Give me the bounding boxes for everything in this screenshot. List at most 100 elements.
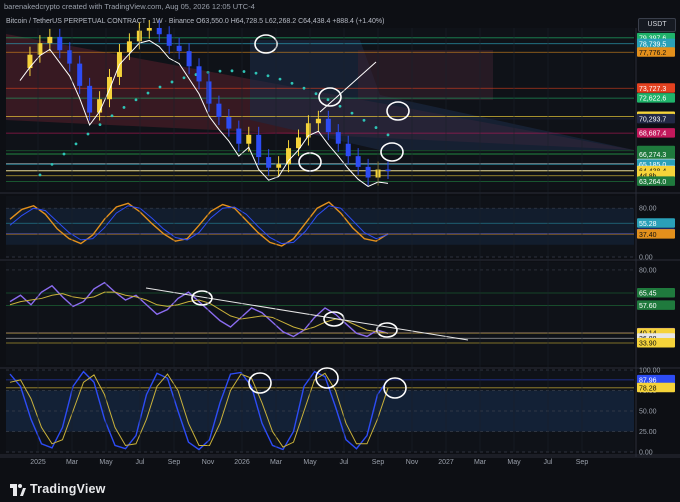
ma-dot-25 (338, 104, 342, 108)
candle-body-5 (67, 50, 73, 64)
rsi-level-tag-5: 33.90 (637, 337, 675, 348)
ma-dot-5 (98, 123, 102, 127)
price-tag-10: 66,274.3 (637, 149, 675, 159)
candle-body-22 (236, 128, 242, 144)
candle-body-6 (77, 63, 83, 86)
candle-body-16 (176, 45, 182, 52)
x-tick-label-9: Jul (340, 459, 349, 466)
rsi-level-tag-5-text: 33.90 (639, 341, 657, 348)
x-tick-label-10: Sep (372, 459, 385, 466)
candle-body-15 (166, 34, 172, 46)
x-tick-label-16: Sep (576, 459, 589, 466)
candle-body-30 (315, 118, 321, 124)
price-tag-6-text: 70,293.7 (639, 116, 666, 123)
ma-dot-21 (290, 81, 294, 85)
price-tag-10-text: 66,274.3 (639, 152, 666, 159)
x-tick-label-12: 2027 (438, 459, 454, 466)
ma-dot-24 (326, 98, 330, 102)
candle-body-27 (286, 148, 292, 165)
ma-dot-0 (38, 173, 42, 177)
candle-body-33 (345, 143, 351, 157)
oscillator-1-level-tag-2-text: 37.40 (639, 232, 657, 239)
ma-dot-10 (158, 85, 162, 89)
tradingview-logo-icon (10, 484, 26, 496)
candle-body-23 (246, 134, 252, 144)
x-tick-label-11: Nov (406, 459, 419, 466)
x-tick-label-2: May (99, 459, 113, 466)
candle-body-21 (226, 117, 232, 129)
stoch-level-tag-1: 78.28 (637, 382, 675, 392)
x-tick-label-15: Jul (544, 459, 553, 466)
x-tick-label-14: May (507, 459, 521, 466)
candle-body-3 (47, 36, 53, 44)
candle-body-34 (355, 156, 361, 167)
stoch-tick-label-3: 25.00 (639, 429, 657, 436)
price-tag-16: 63,264.0 (637, 176, 675, 186)
candle-body-31 (325, 118, 331, 133)
candle-body-26 (276, 164, 282, 168)
stoch-tick-label-4: 0.00 (639, 450, 653, 457)
multi-pane-chart[interactable]: 79,397.678,739.577,776.273,727.372,622.6… (0, 0, 680, 479)
candle-body-28 (295, 137, 301, 149)
candle-body-18 (196, 66, 202, 82)
x-tick-label-4: Sep (168, 459, 181, 466)
rsi-level-tag-1-text: 57.60 (639, 303, 657, 310)
x-tick-label-1: Mar (66, 459, 79, 466)
price-tag-7: 68,687.4 (637, 128, 675, 138)
candle-body-4 (57, 36, 63, 51)
price-tag-4: 72,622.6 (637, 93, 675, 103)
ma-dot-2 (62, 152, 66, 156)
candle-body-13 (146, 28, 152, 31)
ma-dot-3 (74, 142, 78, 146)
ma-dot-7 (122, 106, 126, 109)
price-tag-2: 77,776.2 (637, 47, 675, 57)
stoch-level-tag-1-text: 78.28 (639, 385, 657, 392)
x-tick-label-8: May (303, 459, 317, 466)
ma-dot-28 (374, 126, 378, 129)
stoch-tick-label-0: 100.00 (639, 368, 661, 375)
candle-body-14 (156, 28, 162, 35)
candle-body-19 (206, 81, 212, 104)
ma-dot-11 (170, 80, 174, 84)
ma-dot-29 (386, 133, 390, 137)
ma-dot-27 (362, 118, 366, 122)
tradingview-footer: TradingView (0, 479, 680, 502)
candle-body-7 (87, 85, 93, 113)
ma-dot-9 (146, 91, 150, 95)
x-tick-label-3: Jul (136, 459, 145, 466)
rsi-level-tag-1: 57.60 (637, 300, 675, 310)
rsi-tick-label-0: 80.00 (639, 267, 657, 274)
x-tick-label-7: Mar (270, 459, 283, 466)
candle-body-11 (126, 41, 132, 53)
ma-dot-4 (86, 132, 90, 136)
candle-body-17 (186, 51, 192, 67)
oscillator-1-level-tag-0: 55.28 (637, 218, 675, 228)
price-tag-2-text: 77,776.2 (639, 50, 666, 57)
candle-body-20 (216, 103, 222, 118)
x-tick-label-13: Mar (474, 459, 487, 466)
candle-body-1 (27, 54, 33, 69)
price-tag-4-text: 72,622.6 (639, 96, 666, 103)
tradingview-brand: TradingView (30, 482, 106, 496)
ma-dot-8 (134, 98, 138, 102)
rsi-level-tag-0: 65.45 (637, 287, 675, 298)
pane-bg-rsi (6, 262, 634, 365)
candle-body-35 (365, 166, 371, 178)
ma-dot-26 (350, 111, 354, 115)
ma-dot-19 (266, 74, 270, 78)
x-tick-label-0: 2025 (30, 459, 46, 466)
price-tag-7-text: 68,687.4 (639, 131, 666, 138)
candle-body-37 (385, 169, 391, 171)
ma-dot-6 (110, 114, 114, 118)
ma-dot-22 (302, 86, 306, 90)
x-tick-label-5: Nov (202, 459, 215, 466)
ma-dot-20 (278, 77, 282, 81)
ma-dot-12 (182, 76, 186, 80)
ma-dot-18 (254, 71, 258, 75)
candle-body-32 (335, 132, 341, 144)
oscillator-1-tick-label-0: 80.00 (639, 206, 657, 213)
price-tag-1-text: 78,739.5 (639, 41, 666, 48)
oscillator-1-tick-label-1: 0.00 (639, 255, 653, 262)
candle-body-25 (266, 157, 272, 168)
rsi-level-tag-0-text: 65.45 (639, 291, 657, 298)
